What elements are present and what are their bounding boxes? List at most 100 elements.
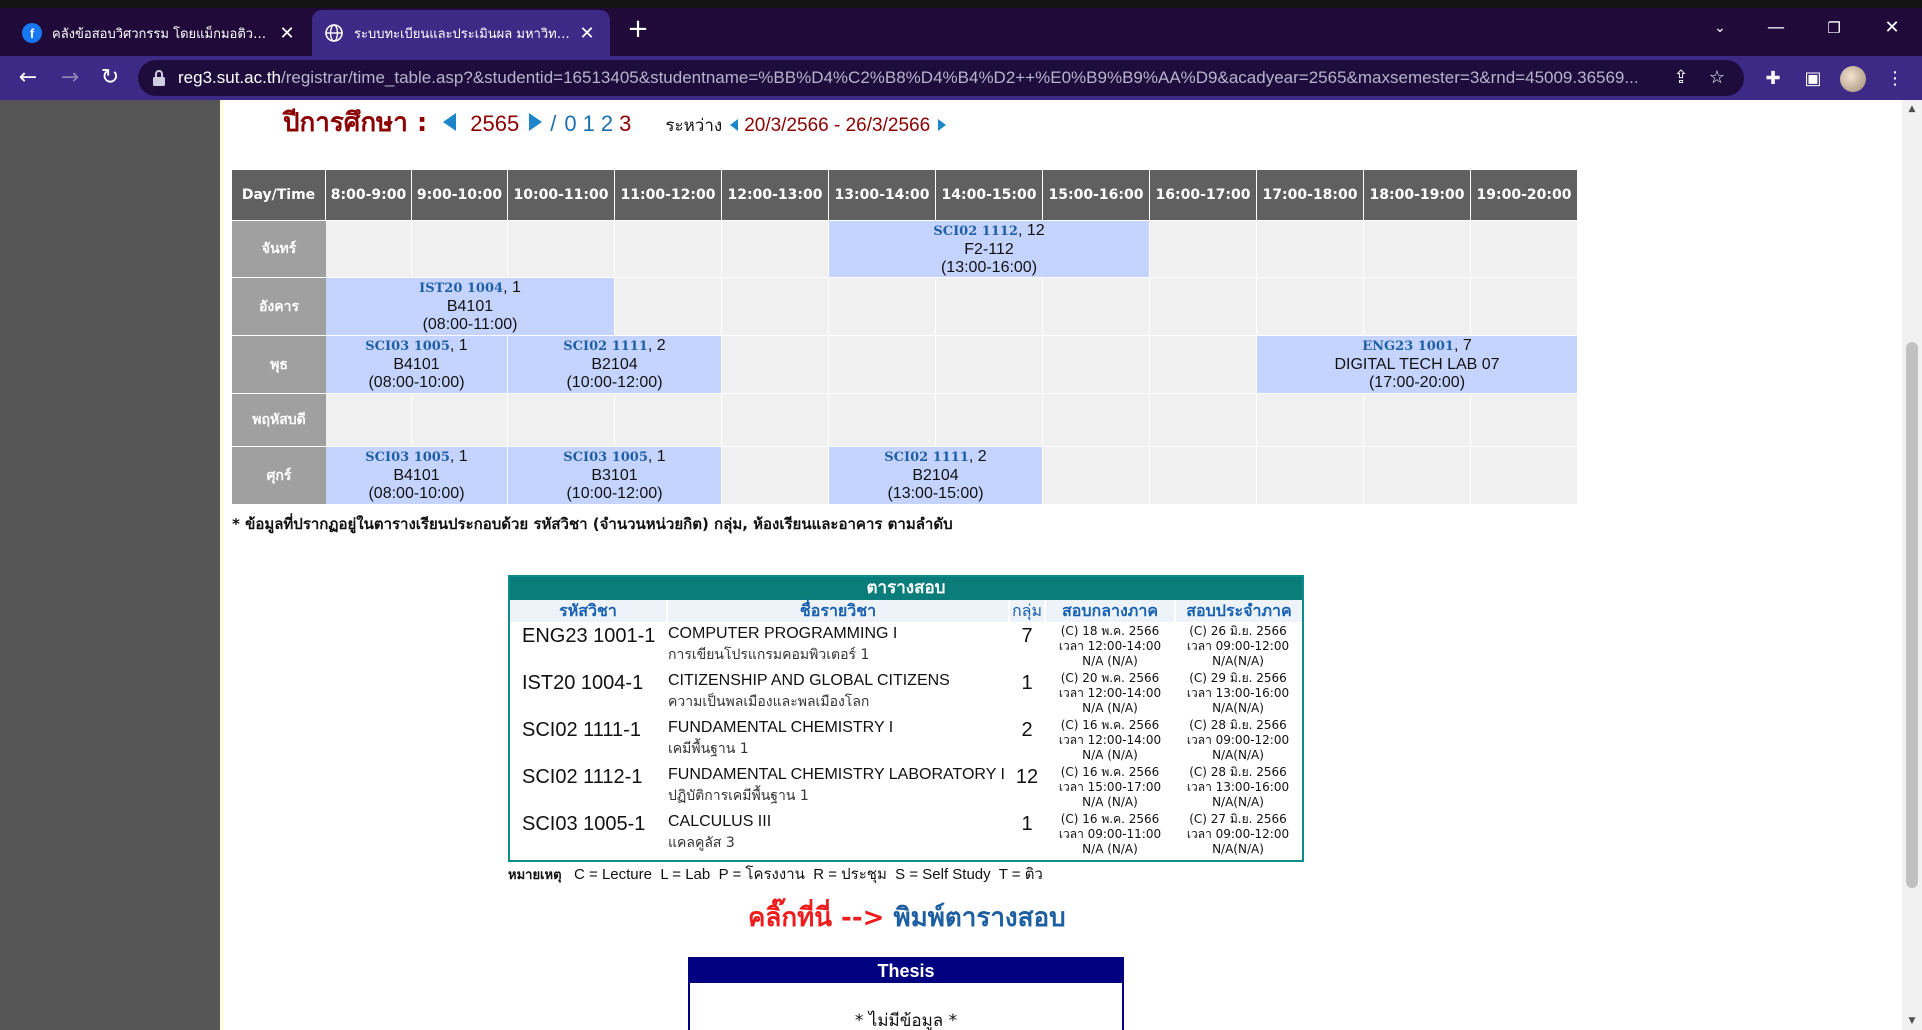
- exam-date: (C) 18 พ.ค. 2566: [1060, 624, 1160, 638]
- exam-time: เวลา 13:00-16:00: [1186, 780, 1290, 794]
- exam-time: เวลา 09:00-11:00: [1058, 827, 1162, 841]
- back-arrow-icon[interactable]: ←: [12, 62, 44, 94]
- tab-search-chevron-icon[interactable]: ⌄: [1692, 8, 1748, 48]
- prev-week-arrow-icon[interactable]: [730, 119, 739, 131]
- class-block[interactable]: IST20 1004, 1 B4101 (08:00-11:00): [326, 278, 615, 336]
- class-code[interactable]: IST20 1004: [419, 281, 503, 296]
- close-icon[interactable]: ✕: [576, 23, 598, 44]
- class-block[interactable]: SCI03 1005, 1 B4101 (08:00-10:00): [326, 447, 508, 505]
- exam-group: 1: [1021, 813, 1033, 835]
- next-year-arrow-icon[interactable]: [529, 113, 543, 131]
- class-room: B4101: [393, 356, 440, 373]
- menu-kebab-icon[interactable]: ⋮: [1880, 64, 1910, 94]
- class-code[interactable]: SCI02 1111: [563, 339, 648, 354]
- class-code[interactable]: SCI02 1111: [884, 450, 969, 465]
- timetable-header: 11:00-12:00: [615, 170, 722, 220]
- timetable-empty-cell: [1364, 447, 1471, 505]
- url-path: /registrar/time_table.asp?&studentid=165…: [281, 68, 1639, 87]
- day-label: พุธ: [232, 336, 326, 394]
- timetable-empty-cell: [722, 221, 829, 278]
- url-host: reg3.sut.ac.th: [178, 68, 282, 87]
- scroll-up-arrow-icon[interactable]: ▲: [1905, 104, 1919, 114]
- new-tab-plus-icon[interactable]: +: [622, 14, 654, 46]
- semester-link-1[interactable]: 1: [583, 111, 595, 137]
- profile-avatar[interactable]: [1840, 66, 1866, 92]
- prev-year-arrow-icon[interactable]: [443, 113, 457, 131]
- thesis-box: Thesis * ไม่มีข้อมูล *: [688, 957, 1124, 1030]
- timetable-empty-cell: [1150, 447, 1257, 505]
- class-group: , 7: [1453, 337, 1472, 354]
- globe-icon: [324, 23, 344, 43]
- timetable-header: 10:00-11:00: [508, 170, 615, 220]
- class-block[interactable]: SCI02 1112, 12 F2-112 (13:00-16:00): [829, 221, 1150, 278]
- timetable-empty-cell: [829, 278, 936, 336]
- class-code[interactable]: SCI03 1005: [365, 450, 450, 465]
- exam-course-code: IST20 1004-1: [522, 672, 644, 694]
- timetable-empty-cell: [1471, 278, 1578, 336]
- timetable-empty-cell: [1043, 278, 1150, 336]
- browser-tab-1[interactable]: f คลังข้อสอบวิศวกรรม โดยแม็กมอติวเตอ ✕: [10, 10, 310, 56]
- class-group: , 12: [1017, 222, 1045, 239]
- class-code[interactable]: SCI03 1005: [563, 450, 648, 465]
- bookmark-star-icon[interactable]: ☆: [1704, 66, 1730, 90]
- share-icon[interactable]: ⇪: [1668, 66, 1694, 90]
- timetable-empty-cell: [1471, 221, 1578, 278]
- class-block[interactable]: SCI02 1111, 2 B2104 (10:00-12:00): [508, 336, 722, 394]
- class-block[interactable]: SCI02 1111, 2 B2104 (13:00-15:00): [829, 447, 1043, 505]
- timetable-empty-cell: [722, 336, 829, 394]
- timetable-note: * ข้อมูลที่ปรากฏอยู่ในตารางเรียนประกอบด้…: [232, 515, 953, 533]
- class-code[interactable]: SCI02 1112: [933, 224, 1018, 239]
- scroll-down-arrow-icon[interactable]: ▼: [1905, 1016, 1919, 1026]
- timetable-header: 19:00-20:00: [1471, 170, 1578, 220]
- close-icon[interactable]: ✕: [276, 23, 298, 44]
- class-block[interactable]: ENG23 1001, 7 DIGITAL TECH LAB 07 (17:00…: [1257, 336, 1578, 394]
- class-code[interactable]: SCI03 1005: [365, 339, 450, 354]
- class-block[interactable]: SCI03 1005, 1 B4101 (08:00-10:00): [326, 336, 508, 394]
- semester-link-0[interactable]: 0: [564, 111, 576, 137]
- class-room: B3101: [591, 467, 638, 484]
- side-panel-icon[interactable]: ▣: [1798, 64, 1828, 94]
- forward-arrow-icon[interactable]: →: [54, 62, 86, 94]
- restore-icon[interactable]: ❐: [1806, 8, 1862, 48]
- exam-group: 7: [1021, 625, 1033, 647]
- exam-room: N/A (N/A): [1082, 654, 1138, 668]
- print-exam-link[interactable]: คลิ๊กที่นี่ --> พิมพ์ตารางสอบ: [748, 897, 1066, 938]
- extensions-puzzle-icon[interactable]: ✚: [1758, 64, 1788, 94]
- timetable-empty-cell: [1471, 394, 1578, 447]
- browser-tab-2[interactable]: ระบบทะเบียนและประเมินผล มหาวิทยาลั ✕: [312, 10, 610, 56]
- exam-row: SCI02 1111-1 FUNDAMENTAL CHEMISTRY I เคม…: [510, 717, 1302, 764]
- exam-time: เวลา 13:00-16:00: [1186, 686, 1290, 700]
- timetable-empty-cell: [1150, 221, 1257, 278]
- class-code[interactable]: ENG23 1001: [1362, 339, 1454, 354]
- final-exam: (C) 28 มิ.ย. 2566 เวลา 13:00-16:00 N/A(N/A…: [1178, 765, 1298, 810]
- exam-date: (C) 27 มิ.ย. 2566: [1189, 812, 1287, 826]
- class-block[interactable]: SCI03 1005, 1 B3101 (10:00-12:00): [508, 447, 722, 505]
- class-time: (10:00-12:00): [566, 485, 663, 502]
- exam-group: 1: [1021, 672, 1033, 694]
- click-here-text[interactable]: คลิ๊กที่นี่ -->: [748, 903, 884, 933]
- timetable-empty-cell: [1257, 278, 1364, 336]
- print-exam-schedule-link[interactable]: พิมพ์ตารางสอบ: [893, 903, 1065, 933]
- exam-room: N/A(N/A): [1212, 748, 1264, 762]
- address-bar[interactable]: reg3.sut.ac.th/registrar/time_table.asp?…: [138, 60, 1744, 96]
- next-week-arrow-icon[interactable]: [938, 119, 947, 131]
- timetable-empty-cell: [326, 394, 412, 447]
- exam-time: เวลา 09:00-12:00: [1186, 733, 1290, 747]
- reload-icon[interactable]: ↻: [94, 62, 126, 94]
- timetable-empty-cell: [1150, 336, 1257, 394]
- timetable-empty-cell: [1043, 336, 1150, 394]
- exam-time: เวลา 12:00-14:00: [1058, 733, 1162, 747]
- minimize-icon[interactable]: —: [1748, 8, 1804, 48]
- timetable-header: 12:00-13:00: [722, 170, 829, 220]
- timetable-empty-cell: [1150, 394, 1257, 447]
- final-exam: (C) 28 มิ.ย. 2566 เวลา 09:00-12:00 N/A(N/A…: [1178, 718, 1298, 763]
- tab-title: ระบบทะเบียนและประเมินผล มหาวิทยาลั: [354, 26, 570, 42]
- exam-room: N/A (N/A): [1082, 795, 1138, 809]
- timetable-empty-cell: [829, 336, 936, 394]
- class-room: DIGITAL TECH LAB 07: [1334, 356, 1500, 373]
- timetable-empty-cell: [1364, 221, 1471, 278]
- window-close-icon[interactable]: ✕: [1864, 8, 1920, 48]
- semester-link-2[interactable]: 2: [601, 111, 613, 137]
- exam-row: ENG23 1001-1 COMPUTER PROGRAMMING I การเ…: [510, 623, 1302, 670]
- scrollbar-thumb[interactable]: [1906, 342, 1918, 888]
